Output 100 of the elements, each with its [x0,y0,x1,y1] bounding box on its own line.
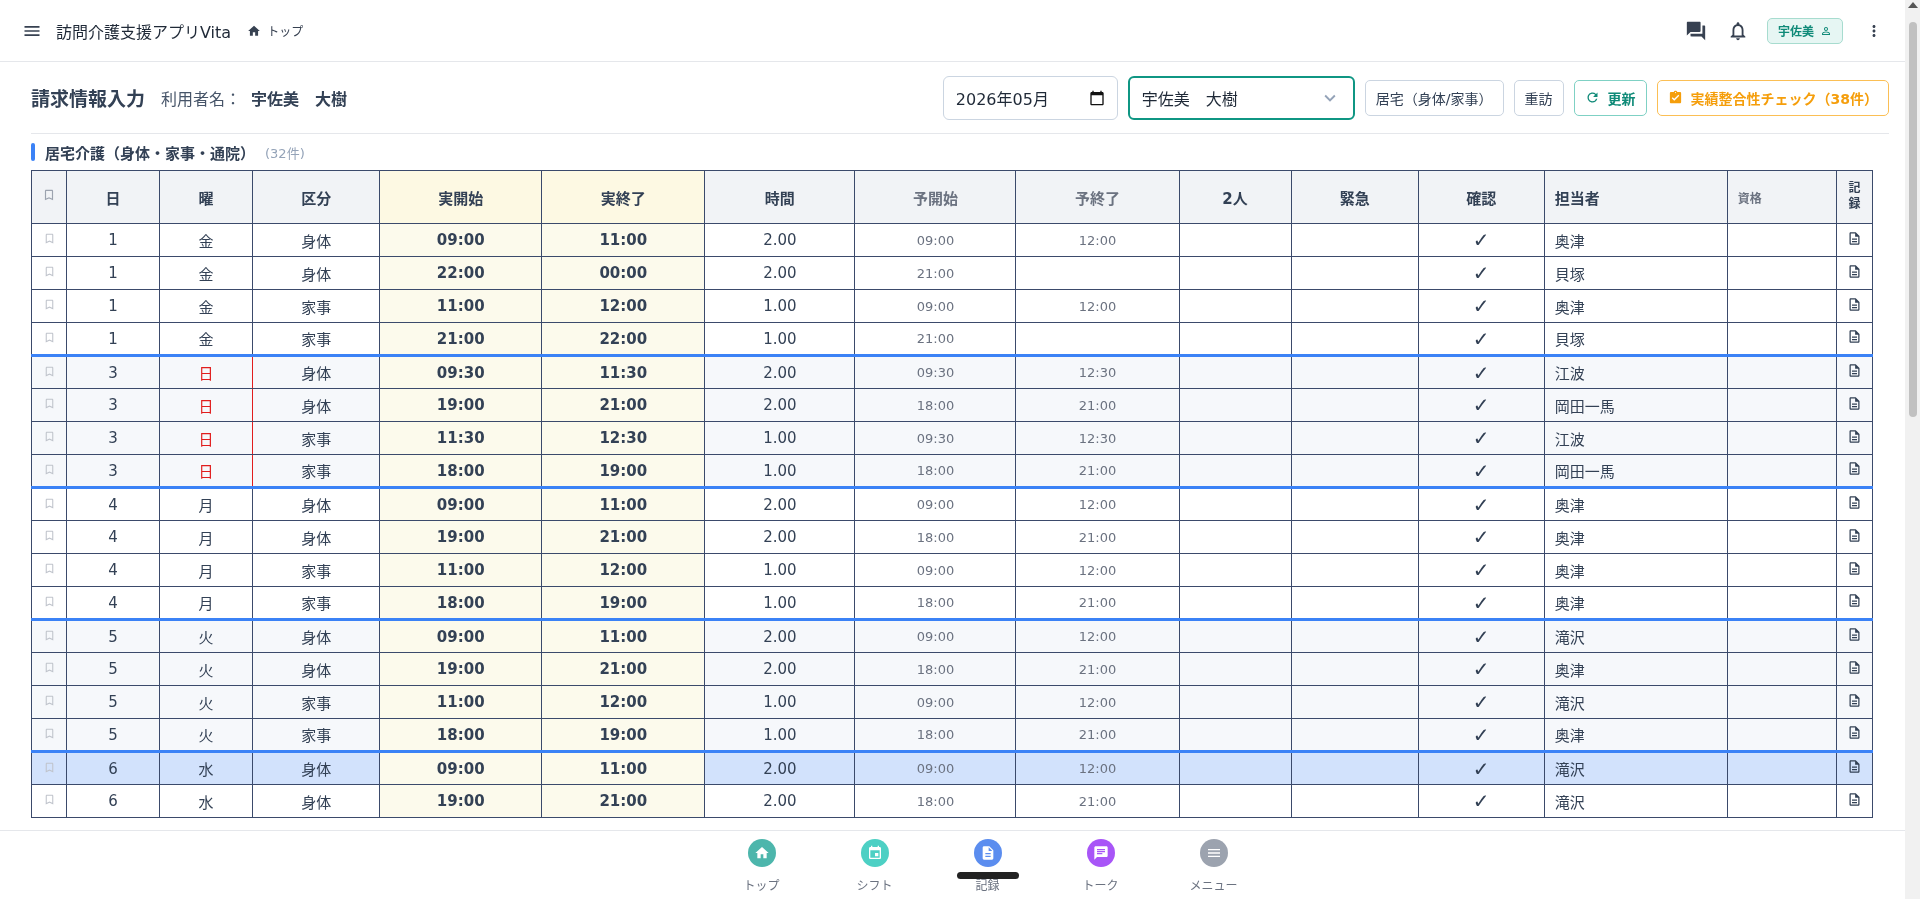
column-header[interactable]: 予終了 [1016,170,1180,224]
table-cell: 日 [159,421,253,455]
table-cell: 奥津 [1544,652,1728,686]
table-cell: ✓ [1418,223,1545,257]
nav-label[interactable]: 記録 [975,876,1000,893]
table-cell: 1 [66,289,160,323]
table-cell: 金 [159,223,253,257]
calendar-icon[interactable] [1088,89,1105,106]
nav-icon[interactable] [1199,839,1228,867]
table-cell: 2.00 [704,520,855,554]
table-cell: 5 [66,685,160,719]
active-indicator [956,872,1019,879]
table-cell: 22:00 [379,256,542,290]
scrollbar-thumb[interactable] [1908,22,1917,417]
column-header[interactable]: 曜 [159,170,253,224]
user-label: 利用者名： [161,88,242,110]
month-field[interactable]: 2026年05月 [942,75,1118,120]
table-cell: 09:00 [854,685,1016,719]
table-cell: 火 [159,685,253,719]
column-header[interactable]: 担当者 [1544,170,1728,224]
table-cell: 12:00 [1016,685,1180,719]
table-cell: 家事 [252,421,380,455]
column-header[interactable]: 実終了 [541,170,705,224]
table-cell: 1.00 [704,553,855,587]
table-cell: 09:00 [379,487,542,521]
column-header[interactable]: 実開始 [379,170,542,224]
table-cell: 2.00 [704,388,855,422]
table-cell: 奥津 [1544,520,1728,554]
home-icon [247,23,262,38]
table-cell: 18:00 [854,388,1016,422]
table-cell: 00:00 [541,256,705,290]
table-cell: 1.00 [704,421,855,455]
table-cell: ✓ [1418,388,1545,422]
filter-button[interactable]: 重訪 [1513,79,1564,116]
refresh-icon [1584,90,1600,105]
table-cell: 09:00 [854,553,1016,587]
table-cell: 1.00 [704,685,855,719]
column-header[interactable]: 日 [66,170,160,224]
table-cell: ✓ [1418,652,1545,686]
table-cell: 11:00 [541,619,705,653]
table-cell: 12:00 [541,289,705,323]
table-cell: 身体 [252,652,380,686]
table-cell: 2.00 [704,784,855,818]
page-title: 請求情報入力 [31,87,145,111]
table-cell: ✓ [1418,289,1545,323]
refresh-button[interactable]: 更新 [1573,79,1647,116]
table-cell: 奥津 [1544,289,1728,323]
column-header[interactable]: 予開始 [854,170,1016,224]
nav-icon[interactable] [747,839,776,867]
table-cell: 09:30 [854,421,1016,455]
user-badge[interactable]: 宇佐美 [1767,17,1843,44]
table-cell: 09:00 [854,289,1016,323]
nav-label[interactable]: シフト [856,876,893,893]
column-header[interactable]: 区分 [252,170,380,224]
table-cell: 金 [159,289,253,323]
filter-button[interactable]: 居宅（身体/家事） [1364,79,1504,116]
table-cell: 2.00 [704,223,855,257]
table-cell: 月 [159,553,253,587]
bookmark-icon[interactable] [42,188,56,202]
table-cell: 18:00 [854,652,1016,686]
table-cell: 21:00 [1016,520,1180,554]
table-cell: 身体 [252,388,380,422]
table-cell: 12:00 [1016,223,1180,257]
table-cell: 3 [66,388,160,422]
table-cell: 21:00 [854,256,1016,290]
column-header[interactable]: 資格 [1727,170,1837,224]
table-cell: 18:00 [854,520,1016,554]
table-cell: 09:00 [379,751,542,785]
nav-icon[interactable] [1086,839,1115,867]
column-header[interactable]: 時間 [704,170,855,224]
breadcrumb-link[interactable]: トップ [267,22,304,39]
table-cell: 21:00 [541,652,705,686]
nav-label[interactable]: トーク [1082,876,1119,893]
table-cell: 12:00 [1016,289,1180,323]
table-cell: 12:30 [541,421,705,455]
user-select[interactable]: 宇佐美 大樹 [1127,75,1355,120]
section-title: 居宅介護（身体・家事・通院） [45,143,255,163]
table-cell: 09:30 [379,355,542,389]
column-header[interactable]: 緊急 [1291,170,1419,224]
column-header[interactable]: 2人 [1179,170,1292,224]
table-cell: 11:00 [541,751,705,785]
table-cell: 身体 [252,520,380,554]
table-cell: 12:00 [541,685,705,719]
table-cell: 水 [159,784,253,818]
nav-label[interactable]: メニュー [1189,876,1238,893]
table-cell: 江波 [1544,421,1728,455]
table-cell: 12:00 [541,553,705,587]
table-cell: 貝塚 [1544,256,1728,290]
table-cell: 1 [66,256,160,290]
table-cell: 奥津 [1544,553,1728,587]
table-cell: 奥津 [1544,223,1728,257]
table-cell: 1 [66,223,160,257]
nav-label[interactable]: トップ [743,876,780,893]
table-cell: 09:00 [854,223,1016,257]
clipboard-check-icon [1667,90,1683,105]
nav-icon[interactable] [973,839,1002,867]
chat-icon[interactable] [1685,19,1707,42]
column-header[interactable]: 確認 [1418,170,1545,224]
table-cell: 21:00 [1016,388,1180,422]
column-header: 記録 [1836,170,1873,224]
